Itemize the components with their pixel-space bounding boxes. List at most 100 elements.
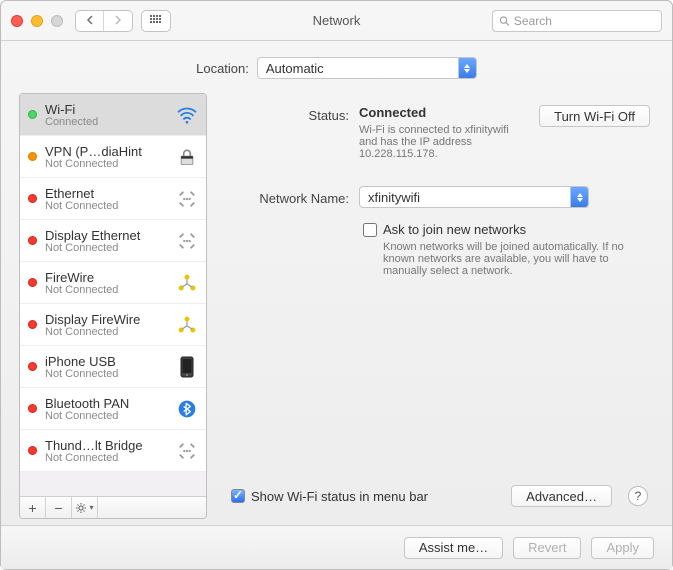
sidebar-item-thund-lt-bridge[interactable]: Thund…lt BridgeNot Connected bbox=[20, 430, 206, 472]
sidebar-item-name: Thund…lt Bridge bbox=[45, 438, 170, 453]
nav-back-forward bbox=[75, 10, 133, 32]
sidebar-item-name: iPhone USB bbox=[45, 354, 170, 369]
show-wifi-menubar-label: Show Wi-Fi status in menu bar bbox=[251, 489, 428, 504]
sidebar-item-status: Not Connected bbox=[45, 369, 170, 380]
minimize-window-button[interactable] bbox=[31, 15, 43, 27]
sidebar-item-name: VPN (P…diaHint bbox=[45, 144, 170, 159]
body: Wi-FiConnectedVPN (P…diaHintNot Connecte… bbox=[1, 93, 672, 525]
status-dot bbox=[28, 194, 37, 203]
interface-detail: Status: Connected Wi-Fi is connected to … bbox=[221, 93, 654, 519]
location-select-value: Automatic bbox=[266, 61, 324, 76]
apply-button[interactable]: Apply bbox=[591, 537, 654, 559]
status-dot bbox=[28, 152, 37, 161]
gear-icon bbox=[75, 502, 87, 514]
advanced-button[interactable]: Advanced… bbox=[511, 485, 612, 507]
show-all-prefs-button[interactable] bbox=[141, 10, 171, 32]
sidebar-item-iphone-usb[interactable]: iPhone USBNot Connected bbox=[20, 346, 206, 388]
location-select[interactable]: Automatic bbox=[257, 57, 477, 79]
remove-interface-button[interactable]: − bbox=[46, 497, 72, 518]
sidebar-item-bluetooth-pan[interactable]: Bluetooth PANNot Connected bbox=[20, 388, 206, 430]
status-dot bbox=[28, 404, 37, 413]
sidebar-item-name: Display FireWire bbox=[45, 312, 170, 327]
sidebar-item-status: Not Connected bbox=[45, 159, 170, 170]
sidebar-item-vpn-p-diahint[interactable]: VPN (P…diaHintNot Connected bbox=[20, 136, 206, 178]
traffic-lights bbox=[11, 15, 63, 27]
turn-wifi-off-button[interactable]: Turn Wi-Fi Off bbox=[539, 105, 650, 127]
grid-icon bbox=[150, 15, 162, 27]
ethernet-icon bbox=[174, 228, 200, 254]
interface-actions-button[interactable]: ▾ bbox=[72, 497, 98, 518]
forward-button[interactable] bbox=[104, 11, 132, 31]
sidebar-item-display-ethernet[interactable]: Display EthernetNot Connected bbox=[20, 220, 206, 262]
select-stepper-icon bbox=[570, 187, 588, 207]
sidebar-item-text: Thund…lt BridgeNot Connected bbox=[45, 438, 170, 464]
status-dot bbox=[28, 446, 37, 455]
ask-to-join-checkbox[interactable] bbox=[363, 223, 377, 237]
status-value: Connected bbox=[359, 105, 426, 120]
search-icon bbox=[499, 15, 510, 27]
sidebar-item-name: Display Ethernet bbox=[45, 228, 170, 243]
help-button[interactable]: ? bbox=[628, 486, 648, 506]
sidebar-item-status: Not Connected bbox=[45, 453, 170, 464]
back-button[interactable] bbox=[76, 11, 104, 31]
select-stepper-icon bbox=[458, 58, 476, 78]
status-description: Wi-Fi is connected to xfinitywifi and ha… bbox=[359, 124, 529, 160]
sidebar-item-status: Not Connected bbox=[45, 411, 170, 422]
chevron-right-icon bbox=[114, 15, 122, 25]
sidebar-item-text: Display FireWireNot Connected bbox=[45, 312, 170, 338]
sidebar-item-name: Wi-Fi bbox=[45, 102, 170, 117]
ask-to-join-description: Known networks will be joined automatica… bbox=[363, 241, 633, 277]
location-label: Location: bbox=[196, 61, 249, 76]
window-title: Network bbox=[313, 13, 361, 28]
chevron-down-icon: ▾ bbox=[89, 503, 93, 512]
sidebar-item-name: FireWire bbox=[45, 270, 170, 285]
ask-to-join-checkbox-label[interactable]: Ask to join new networks bbox=[363, 222, 633, 237]
add-interface-button[interactable]: + bbox=[20, 497, 46, 518]
firewire-y-icon bbox=[174, 270, 200, 296]
titlebar: Network bbox=[1, 1, 672, 41]
firewire-y-icon bbox=[174, 312, 200, 338]
status-row: Status: Connected Wi-Fi is connected to … bbox=[229, 105, 650, 160]
show-wifi-menubar-checkbox[interactable] bbox=[231, 489, 245, 503]
status-dot bbox=[28, 236, 37, 245]
sidebar-item-text: Wi-FiConnected bbox=[45, 102, 170, 128]
status-dot bbox=[28, 278, 37, 287]
status-dot bbox=[28, 362, 37, 371]
sidebar-item-text: VPN (P…diaHintNot Connected bbox=[45, 144, 170, 170]
sidebar-item-text: EthernetNot Connected bbox=[45, 186, 170, 212]
search-input[interactable] bbox=[514, 14, 655, 28]
interface-sidebar: Wi-FiConnectedVPN (P…diaHintNot Connecte… bbox=[19, 93, 207, 519]
assist-me-button[interactable]: Assist me… bbox=[404, 537, 503, 559]
phone-icon bbox=[174, 354, 200, 380]
network-name-row: Network Name: xfinitywifi bbox=[229, 186, 650, 208]
interface-list[interactable]: Wi-FiConnectedVPN (P…diaHintNot Connecte… bbox=[20, 94, 206, 496]
revert-button[interactable]: Revert bbox=[513, 537, 581, 559]
sidebar-item-firewire[interactable]: FireWireNot Connected bbox=[20, 262, 206, 304]
status-label: Status: bbox=[229, 105, 349, 123]
sidebar-item-text: iPhone USBNot Connected bbox=[45, 354, 170, 380]
thunderbolt-icon bbox=[174, 438, 200, 464]
chevron-left-icon bbox=[86, 15, 94, 25]
sidebar-item-status: Not Connected bbox=[45, 285, 170, 296]
zoom-window-button bbox=[51, 15, 63, 27]
sidebar-item-display-firewire[interactable]: Display FireWireNot Connected bbox=[20, 304, 206, 346]
lock-icon bbox=[174, 144, 200, 170]
sidebar-item-name: Ethernet bbox=[45, 186, 170, 201]
network-name-label: Network Name: bbox=[229, 188, 349, 206]
ask-to-join-text: Ask to join new networks bbox=[383, 222, 526, 237]
close-window-button[interactable] bbox=[11, 15, 23, 27]
main-bottom-row: Show Wi-Fi status in menu bar Advanced… … bbox=[229, 479, 650, 519]
sidebar-toolbar: + − ▾ bbox=[20, 496, 206, 518]
sidebar-item-wi-fi[interactable]: Wi-FiConnected bbox=[20, 94, 206, 136]
bluetooth-icon bbox=[174, 396, 200, 422]
sidebar-item-ethernet[interactable]: EthernetNot Connected bbox=[20, 178, 206, 220]
sidebar-item-text: Bluetooth PANNot Connected bbox=[45, 396, 170, 422]
network-prefpane-window: Network Location: Automatic Wi-FiConnect… bbox=[0, 0, 673, 570]
network-name-value: xfinitywifi bbox=[368, 190, 420, 205]
ethernet-icon bbox=[174, 186, 200, 212]
ask-to-join-row: Ask to join new networks Known networks … bbox=[229, 222, 650, 277]
network-name-select[interactable]: xfinitywifi bbox=[359, 186, 589, 208]
location-row: Location: Automatic bbox=[1, 41, 672, 93]
search-field-wrap[interactable] bbox=[492, 10, 662, 32]
sidebar-item-text: Display EthernetNot Connected bbox=[45, 228, 170, 254]
